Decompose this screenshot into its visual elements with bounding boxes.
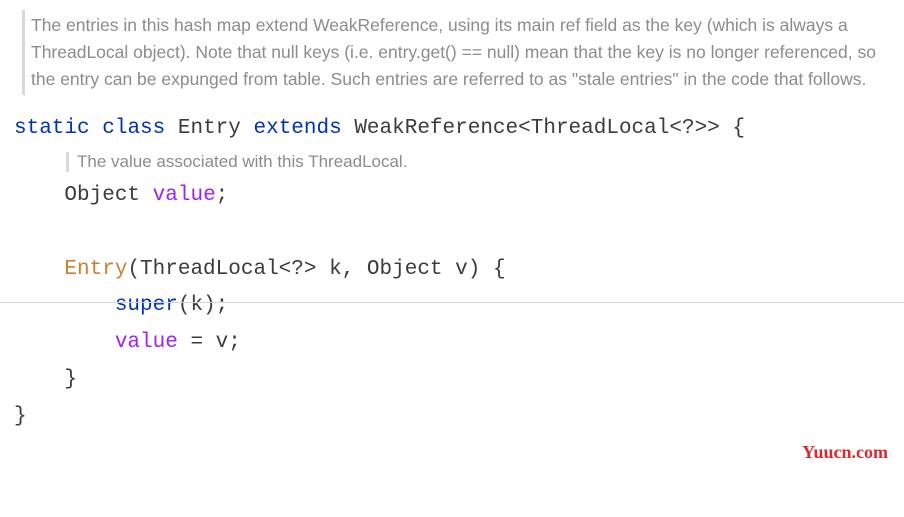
assign-left: value (115, 331, 178, 354)
param2-name: v (455, 258, 468, 281)
body-open-brace: { (493, 258, 506, 281)
constructor-name: Entry (64, 258, 127, 281)
code-line-body-close: } (0, 362, 904, 399)
super-paren-close: ) (203, 294, 216, 317)
param1-type: ThreadLocal<?> (140, 258, 316, 281)
super-type: WeakReference<ThreadLocal<?>> (354, 117, 719, 140)
class-name: Entry (178, 117, 241, 140)
code-line-class-close: } (0, 399, 904, 436)
code-blank-line (0, 215, 904, 252)
class-close-brace: } (14, 405, 27, 428)
super-paren-open: ( (178, 294, 191, 317)
code-line-super: super(k); (0, 288, 904, 325)
semicolon: ; (216, 184, 229, 207)
keyword-super: super (115, 294, 178, 317)
super-semicolon: ; (216, 294, 229, 317)
code-line-assign: value = v; (0, 325, 904, 362)
paren-close: ) (468, 258, 481, 281)
body-close-brace: } (64, 368, 77, 391)
assign-semicolon: ; (228, 331, 241, 354)
param1-name: k (329, 258, 342, 281)
keyword-class: class (102, 117, 165, 140)
field-name: value (153, 184, 216, 207)
code-line-field: Object value; (0, 178, 904, 215)
keyword-extends: extends (253, 117, 341, 140)
horizontal-divider (0, 302, 904, 303)
open-brace: { (732, 117, 745, 140)
javadoc-comment-top: The entries in this hash map extend Weak… (22, 10, 890, 95)
code-block: static class Entry extends WeakReference… (0, 111, 904, 148)
assign-eq: = (178, 331, 216, 354)
param2-type: Object (367, 258, 443, 281)
comma: , (342, 258, 355, 281)
super-arg: k (190, 294, 203, 317)
code-line-ctor-sig: Entry(ThreadLocal<?> k, Object v) { (0, 252, 904, 289)
keyword-static: static (14, 117, 90, 140)
watermark-label: Yuucn.com (802, 442, 888, 463)
assign-right: v (216, 331, 229, 354)
javadoc-comment-inner: The value associated with this ThreadLoc… (66, 152, 904, 172)
paren-open: ( (127, 258, 140, 281)
field-type: Object (64, 184, 140, 207)
